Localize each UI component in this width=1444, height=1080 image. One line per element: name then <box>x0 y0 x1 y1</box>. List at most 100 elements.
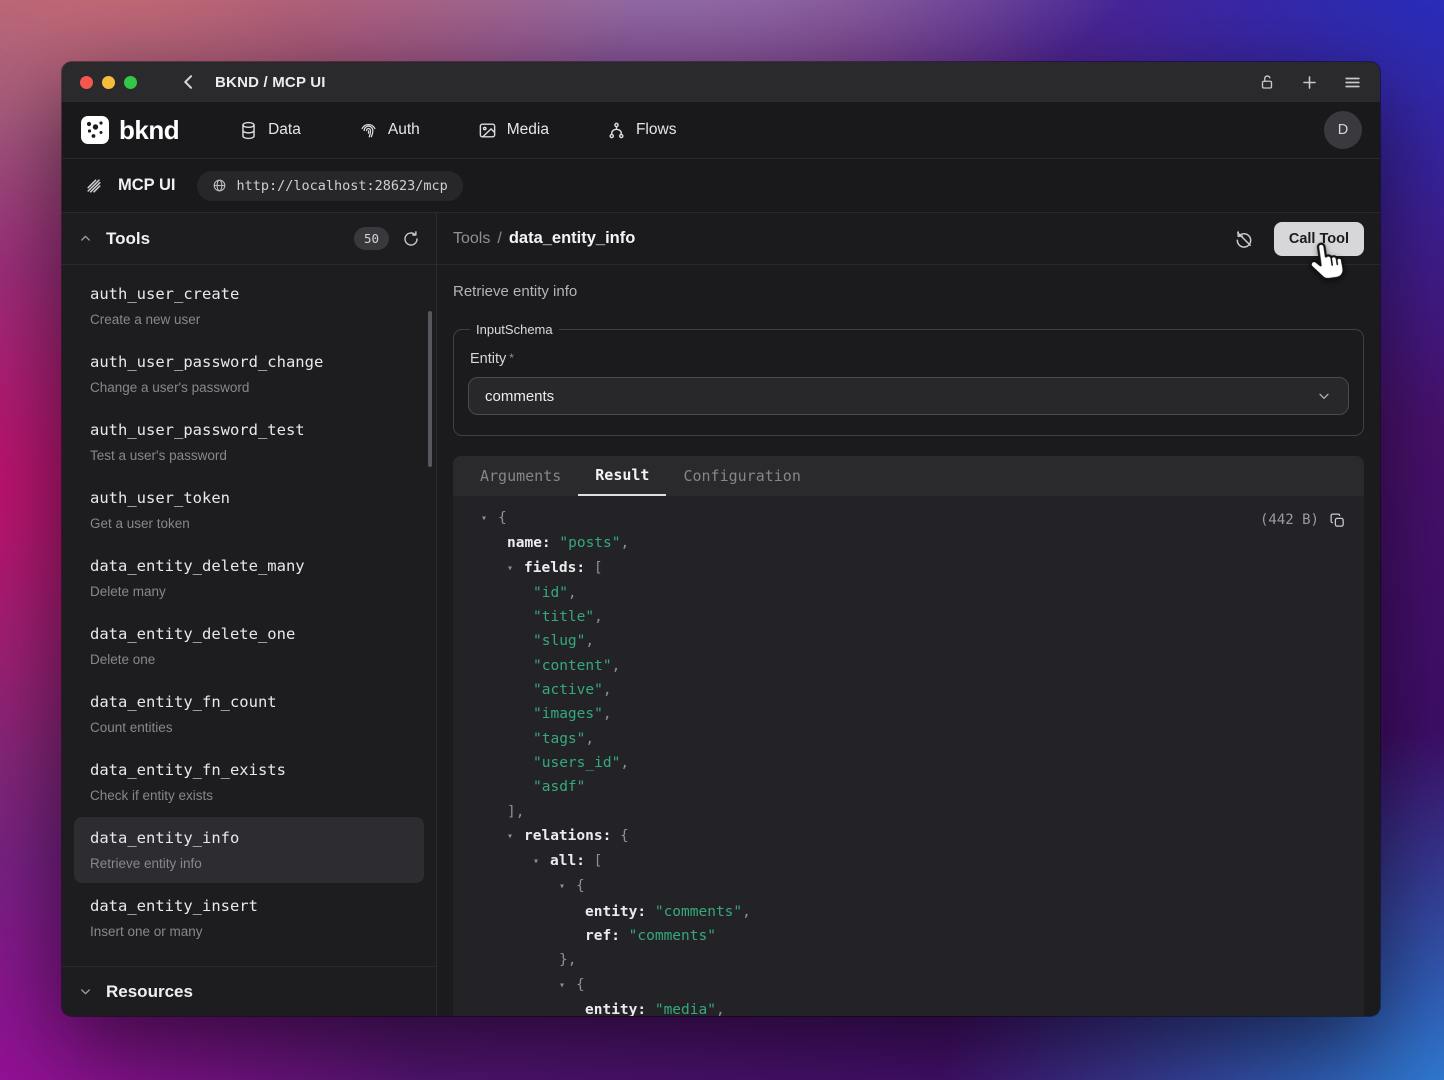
nav-item-label: Media <box>507 121 549 139</box>
json-line: ▾{ <box>469 874 1348 899</box>
json-line: "users_id", <box>469 751 1348 775</box>
server-url-pill[interactable]: http://localhost:28623/mcp <box>197 171 462 201</box>
nav-item-flows[interactable]: Flows <box>607 121 676 140</box>
select-chevron-down-icon <box>1316 388 1332 404</box>
copy-result-button[interactable] <box>1329 512 1346 529</box>
sidebar-scrollbar-thumb[interactable] <box>428 311 432 467</box>
back-button[interactable] <box>179 72 199 92</box>
nav-item-data[interactable]: Data <box>239 121 301 140</box>
bknd-logo-icon <box>80 115 110 145</box>
input-schema-legend: InputSchema <box>470 322 559 337</box>
json-line: entity: "media", <box>469 998 1348 1016</box>
server-url: http://localhost:28623/mcp <box>236 178 447 194</box>
tool-desc: Retrieve entity info <box>90 855 408 872</box>
history-off-button[interactable] <box>1234 229 1254 249</box>
tool-list-item[interactable]: data_entity_fn_existsCheck if entity exi… <box>74 749 424 815</box>
tools-header-label: Tools <box>106 229 150 249</box>
tool-name: data_entity_fn_count <box>90 692 408 712</box>
refresh-icon <box>402 230 420 248</box>
mouse-cursor <box>1303 235 1355 289</box>
resources-section-header[interactable]: Resources <box>62 966 436 1016</box>
result-json-viewer: (442 B) ▾{name: "posts",▾fields: ["id","… <box>453 496 1364 1016</box>
image-icon <box>478 121 497 140</box>
nav-item-label: Flows <box>636 121 676 139</box>
traffic-lights <box>80 76 137 89</box>
fingerprint-icon <box>359 121 378 140</box>
hamburger-menu-icon <box>1343 73 1362 92</box>
globe-icon <box>212 178 227 193</box>
collapse-toggle-icon[interactable]: ▾ <box>559 875 576 899</box>
tool-list-item[interactable]: auth_user_create Create a new user <box>74 273 424 339</box>
resources-header-label: Resources <box>106 982 193 1002</box>
collapse-toggle-icon[interactable]: ▾ <box>559 974 576 998</box>
json-line: ], <box>469 800 1348 824</box>
tool-list-item[interactable]: data_entity_delete_one Delete one <box>74 613 424 679</box>
json-line: ▾relations: { <box>469 824 1348 849</box>
tool-name: data_entity_insert <box>90 896 408 916</box>
tools-section-header[interactable]: Tools 50 <box>62 213 436 265</box>
tool-name: auth_user_password_test <box>90 420 408 440</box>
tool-list-item[interactable]: auth_user_tokenGet a user token <box>74 477 424 543</box>
nav-item-auth[interactable]: Auth <box>359 121 420 140</box>
avatar-initial: D <box>1338 122 1348 138</box>
tool-list-item[interactable]: data_entity_insertInsert one or many <box>74 885 424 951</box>
tool-list-item[interactable]: auth_user_password_test Test a user's pas… <box>74 409 424 475</box>
tool-name: data_entity_fn_exists <box>90 760 408 780</box>
chevron-up-icon <box>78 231 93 246</box>
tool-detail-body: Retrieve entity info InputSchema Entity*… <box>437 265 1380 1016</box>
lock-open-button[interactable] <box>1258 73 1276 91</box>
tab-arguments[interactable]: Arguments <box>463 456 578 496</box>
tool-desc: Test a user's password <box>90 447 408 464</box>
json-line: ▾{ <box>469 973 1348 998</box>
chevron-left-icon <box>179 72 199 92</box>
tool-detail-header: Tools / data_entity_info Call Tool <box>437 213 1380 265</box>
tool-name: data_entity_delete_one <box>90 624 408 644</box>
database-icon <box>239 121 258 140</box>
entity-field-label: Entity* <box>470 351 1347 367</box>
json-line: "content", <box>469 654 1348 678</box>
json-line: "title", <box>469 605 1348 629</box>
tool-name: auth_user_create <box>90 284 408 304</box>
breadcrumb-current-tool: data_entity_info <box>509 229 636 248</box>
refresh-tools-button[interactable] <box>402 230 420 248</box>
tool-list-item[interactable]: data_entity_fn_countCount entities <box>74 681 424 747</box>
collapse-toggle-icon[interactable]: ▾ <box>507 825 524 849</box>
tab-result[interactable]: Result <box>578 456 666 496</box>
tool-list-item[interactable]: auth_user_password_change Change a user's… <box>74 341 424 407</box>
collapse-toggle-icon[interactable]: ▾ <box>507 557 524 581</box>
tab-configuration[interactable]: Configuration <box>666 456 817 496</box>
history-off-icon <box>1234 229 1254 249</box>
tool-name: auth_user_password_change <box>90 352 408 372</box>
collapse-toggle-icon[interactable]: ▾ <box>481 507 498 531</box>
json-line: "slug", <box>469 629 1348 653</box>
tool-list-item[interactable]: data_entity_infoRetrieve entity info <box>74 817 424 883</box>
input-schema-fieldset: InputSchema Entity* comments <box>453 322 1364 436</box>
json-lines: ▾{name: "posts",▾fields: ["id","title","… <box>469 506 1348 1016</box>
minimize-window-button[interactable] <box>102 76 115 89</box>
tool-list-item[interactable]: data_entity_delete_manyDelete many <box>74 545 424 611</box>
entity-select[interactable]: comments <box>468 377 1349 415</box>
collapse-toggle-icon[interactable]: ▾ <box>533 850 550 874</box>
json-line: entity: "comments", <box>469 900 1348 924</box>
tool-description: Retrieve entity info <box>453 283 1364 300</box>
tool-detail-panel: Tools / data_entity_info Call Tool Retri… <box>437 213 1380 1016</box>
menu-button[interactable] <box>1343 73 1362 92</box>
user-avatar[interactable]: D <box>1324 111 1362 149</box>
tool-name: data_entity_delete_many <box>90 556 408 576</box>
json-line: ▾fields: [ <box>469 556 1348 581</box>
json-line: ref: "comments" <box>469 924 1348 948</box>
mcp-ui-title: MCP UI <box>118 176 175 195</box>
tool-desc: Create a new user <box>90 311 408 328</box>
tool-desc: Change a user's password <box>90 379 408 396</box>
tools-sidebar: Tools 50 auth_user_create Create a new us… <box>62 213 437 1016</box>
tool-list: auth_user_createCreate a new userauth_us… <box>62 265 436 966</box>
maximize-window-button[interactable] <box>124 76 137 89</box>
tool-name: auth_user_token <box>90 488 408 508</box>
close-window-button[interactable] <box>80 76 93 89</box>
breadcrumb-section[interactable]: Tools <box>453 230 490 248</box>
new-tab-button[interactable] <box>1300 73 1319 92</box>
brand-logo[interactable]: bknd <box>80 115 179 146</box>
nav-item-label: Data <box>268 121 301 139</box>
nav-item-media[interactable]: Media <box>478 121 549 140</box>
tool-desc: Delete one <box>90 651 408 668</box>
